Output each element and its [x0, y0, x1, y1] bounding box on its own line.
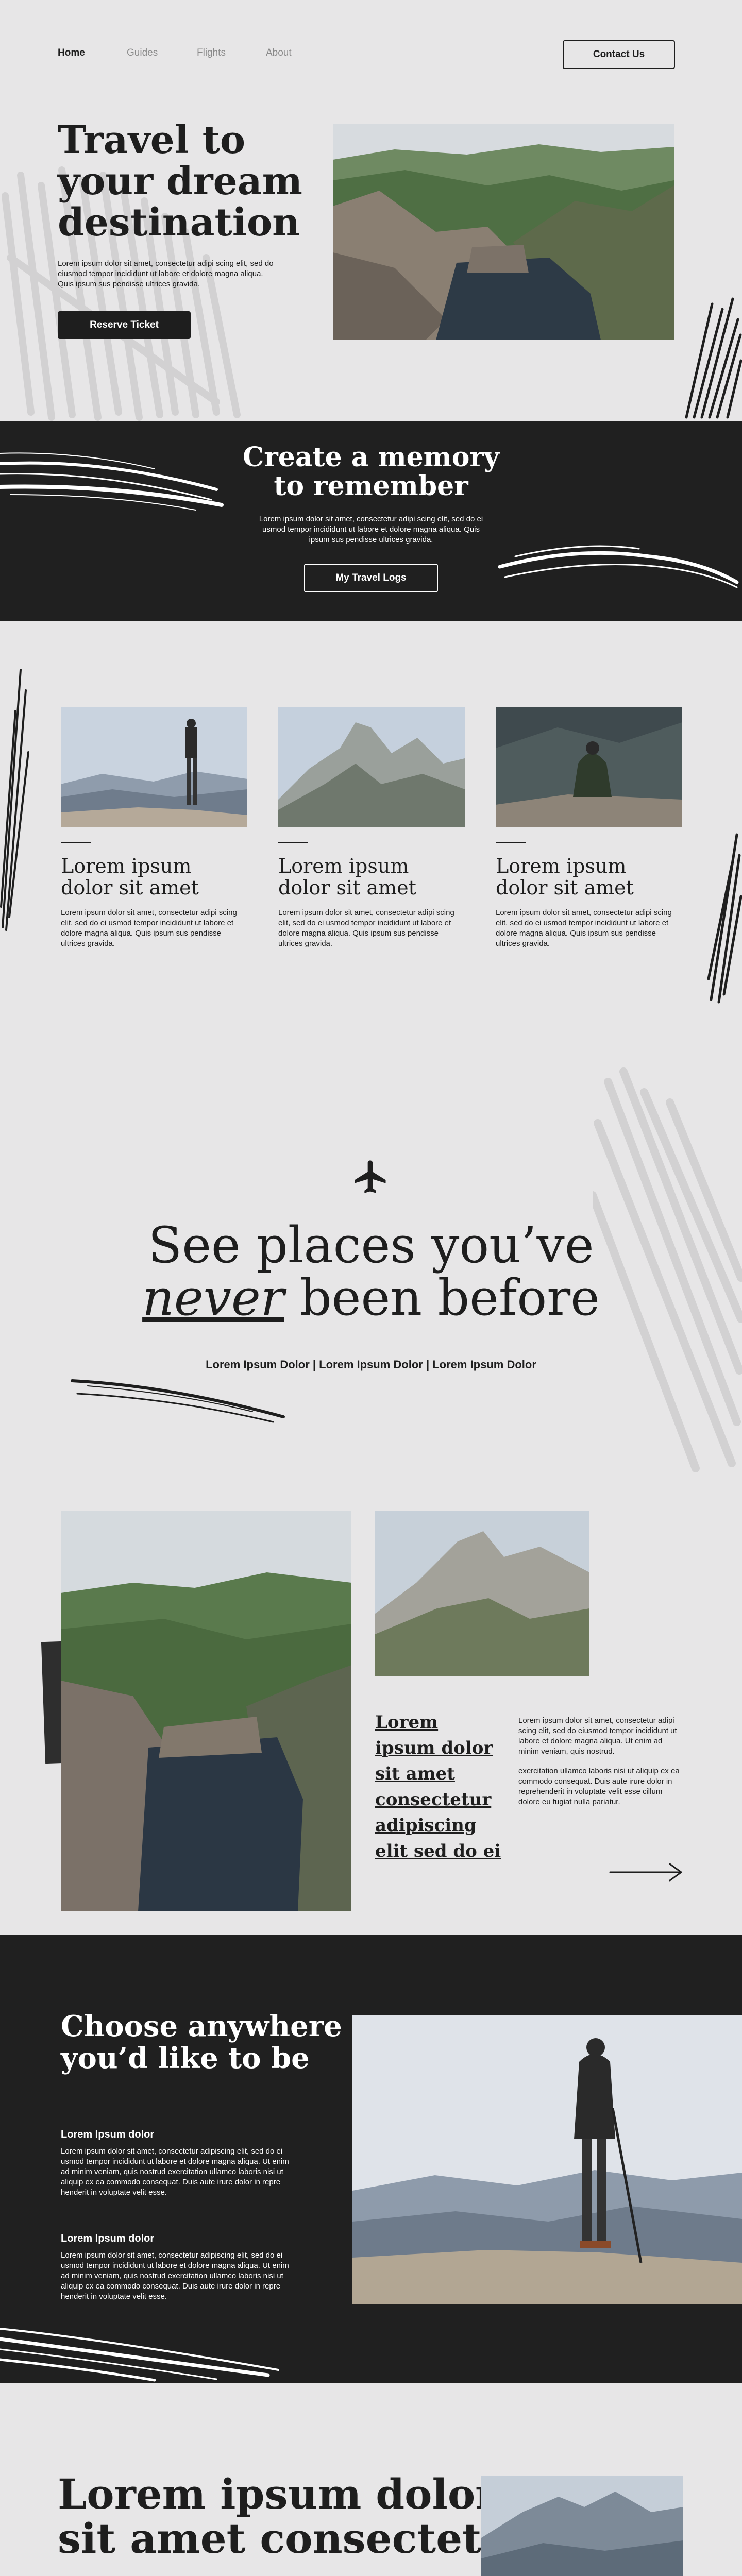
- places-left-scribble-decoration: [71, 1379, 285, 1423]
- hero-canyon-photo: [333, 124, 674, 340]
- card-title-line: dolor sit amet: [278, 876, 416, 899]
- memory-body-text: Lorem ipsum dolor sit amet, consectetur …: [259, 515, 483, 544]
- places-title-rest: been before: [284, 1269, 600, 1327]
- card-1-hiker-photo: [61, 707, 247, 827]
- hero-title-line: your dream: [58, 159, 302, 204]
- card-3-body-text: Lorem ipsum dolor sit amet, consectetur …: [496, 908, 672, 948]
- nav-flights-link[interactable]: Flights: [197, 47, 226, 59]
- memory-right-scribble-decoration: [498, 545, 739, 588]
- hero-title-line: Travel to: [58, 118, 246, 162]
- card-title-line: Lorem ipsum: [278, 855, 409, 877]
- footer-title-line: Lorem ipsum dolor: [58, 2470, 497, 2518]
- memory-title-line: to remember: [274, 470, 468, 502]
- hero-title: Travel to your dream destination: [58, 120, 302, 243]
- my-travel-logs-button[interactable]: My Travel Logs: [304, 564, 438, 592]
- memory-title-line: Create a memory: [243, 442, 499, 473]
- choose-hiker-photo: [352, 2015, 742, 2304]
- airplane-icon: [355, 1160, 386, 1193]
- cards-left-scribble-decoration: [0, 669, 29, 931]
- card-3-title: Lorem ipsum dolor sit amet: [496, 855, 634, 899]
- card-2-body-text: Lorem ipsum dolor sit amet, consectetur …: [278, 908, 454, 948]
- choose-item-1-body: Lorem ipsum dolor sit amet, consectetur …: [61, 2147, 289, 2197]
- card-1-divider: [61, 842, 91, 843]
- choose-item-2-body: Lorem ipsum dolor sit amet, consectetur …: [61, 2251, 289, 2301]
- choose-item-2-title: Lorem Ipsum dolor: [61, 2233, 155, 2244]
- footer-title-line: sit amet consectetur: [58, 2514, 533, 2563]
- memory-title: Create a memory to remember: [216, 443, 526, 501]
- choose-scribble-decoration: [0, 2328, 279, 2382]
- places-title-line: never been before: [113, 1272, 629, 1324]
- choose-title: Choose anywhere you’d like to be: [61, 2010, 342, 2074]
- gallery-canyon-photo: [61, 1511, 351, 1911]
- footer-title: Lorem ipsum dolor sit amet consectetur: [58, 2472, 533, 2561]
- card-title-line: Lorem ipsum: [496, 855, 627, 877]
- card-3-seated-hiker-photo: [496, 707, 682, 827]
- card-2-title: Lorem ipsum dolor sit amet: [278, 855, 416, 899]
- places-links[interactable]: Lorem Ipsum Dolor | Lorem Ipsum Dolor | …: [165, 1358, 577, 1371]
- nav-about-link[interactable]: About: [266, 47, 292, 59]
- hero-right-scribble-decoration: [685, 297, 742, 419]
- contact-us-button[interactable]: Contact Us: [563, 40, 675, 69]
- card-1-title: Lorem ipsum dolor sit amet: [61, 855, 199, 899]
- arrow-right-icon[interactable]: [609, 1862, 684, 1883]
- card-title-line: dolor sit amet: [61, 876, 199, 899]
- gallery-mountain-photo: [375, 1511, 589, 1676]
- gallery-paragraph-2: exercitation ullamco laboris nisi ut ali…: [518, 1767, 680, 1806]
- hero-title-line: destination: [58, 200, 300, 245]
- footer-mountain-photo: [481, 2476, 683, 2576]
- places-title: See places you’ve never been before: [113, 1219, 629, 1324]
- choose-title-line: you’d like to be: [61, 2041, 310, 2075]
- gallery-paragraph-1: Lorem ipsum dolor sit amet, consectetur …: [518, 1716, 677, 1756]
- nav-home-link[interactable]: Home: [58, 47, 85, 59]
- hero-body-text: Lorem ipsum dolor sit amet, consectetur …: [58, 259, 274, 289]
- memory-left-scribble-decoration: [0, 452, 224, 511]
- card-1-body-text: Lorem ipsum dolor sit amet, consectetur …: [61, 908, 237, 948]
- card-title-line: Lorem ipsum: [61, 855, 192, 877]
- card-title-line: dolor sit amet: [496, 876, 634, 899]
- nav-guides-link[interactable]: Guides: [127, 47, 158, 59]
- cards-right-scribble-decoration: [707, 833, 742, 1004]
- card-2-mountain-photo: [278, 707, 465, 827]
- card-2-divider: [278, 842, 308, 843]
- choose-item-1-title: Lorem Ipsum dolor: [61, 2129, 155, 2140]
- gallery-article-link[interactable]: Lorem ipsum dolor sit amet consectetur a…: [375, 1709, 504, 1864]
- places-title-emphasis: never: [142, 1269, 284, 1327]
- card-3-divider: [496, 842, 526, 843]
- places-title-line: See places you’ve: [148, 1216, 594, 1274]
- choose-title-line: Choose anywhere: [61, 2009, 342, 2043]
- reserve-ticket-button[interactable]: Reserve Ticket: [58, 311, 191, 339]
